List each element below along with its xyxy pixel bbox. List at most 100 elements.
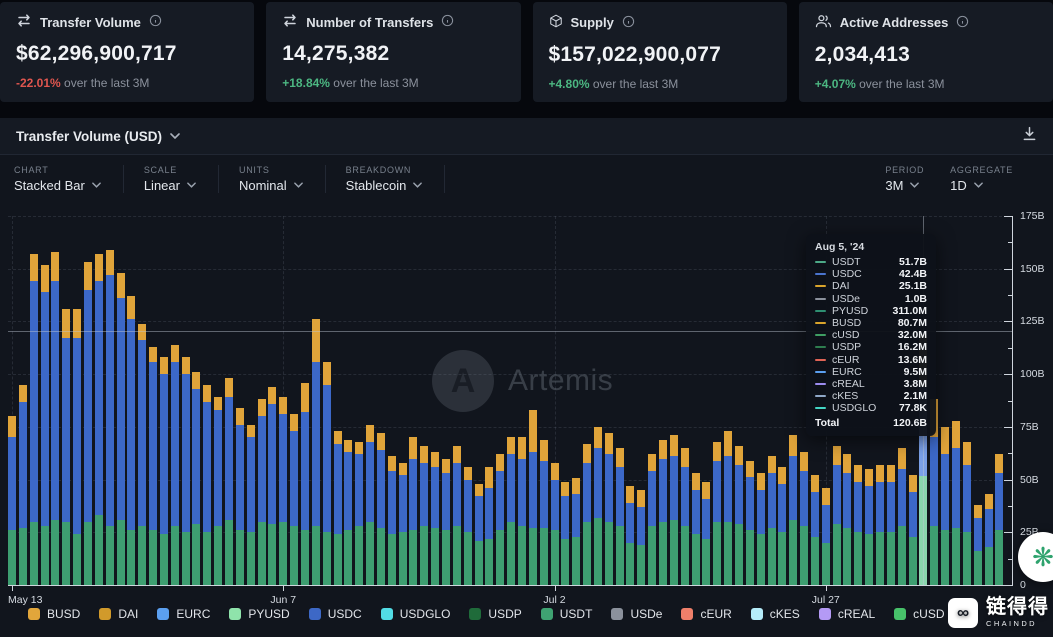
bar-day-49[interactable]	[540, 440, 548, 585]
bar-day-45[interactable]	[496, 454, 504, 585]
bar-day-14[interactable]	[160, 357, 168, 585]
legend-item-EURC[interactable]: EURC	[157, 607, 210, 621]
legend-item-DAI[interactable]: DAI	[99, 607, 138, 621]
bar-day-35[interactable]	[388, 456, 396, 585]
bar-day-90[interactable]	[985, 494, 993, 585]
bar-day-28[interactable]	[312, 319, 320, 585]
bar-day-38[interactable]	[420, 446, 428, 585]
info-icon[interactable]	[956, 15, 969, 31]
legend-item-BUSD[interactable]: BUSD	[28, 607, 80, 621]
bar-day-37[interactable]	[409, 437, 417, 585]
bar-day-72[interactable]	[789, 435, 797, 585]
bar-day-63[interactable]	[692, 473, 700, 585]
control-aggregate[interactable]: AGGREGATE 1D	[950, 165, 1013, 193]
bar-day-15[interactable]	[171, 345, 179, 585]
legend-item-PYUSD[interactable]: PYUSD	[229, 607, 289, 621]
bar-day-17[interactable]	[192, 372, 200, 585]
bar-day-74[interactable]	[811, 475, 819, 585]
bar-day-29[interactable]	[323, 362, 331, 585]
bar-day-21[interactable]	[236, 408, 244, 585]
bar-day-52[interactable]	[572, 478, 580, 586]
bar-day-61[interactable]	[670, 435, 678, 585]
bar-day-3[interactable]	[41, 265, 49, 585]
bar-day-62[interactable]	[681, 448, 689, 585]
bar-day-69[interactable]	[757, 473, 765, 585]
bar-day-50[interactable]	[551, 463, 559, 585]
bar-day-6[interactable]	[73, 309, 81, 585]
bar-day-88[interactable]	[963, 442, 971, 585]
bar-day-11[interactable]	[127, 296, 135, 585]
bar-day-19[interactable]	[214, 397, 222, 585]
bar-day-59[interactable]	[648, 454, 656, 585]
bar-day-73[interactable]	[800, 452, 808, 585]
download-button[interactable]	[1022, 126, 1037, 146]
bar-day-64[interactable]	[702, 482, 710, 585]
bar-day-76[interactable]	[833, 446, 841, 585]
control-units[interactable]: UNITS Nominal	[239, 165, 326, 193]
bar-day-81[interactable]	[887, 465, 895, 585]
bar-day-2[interactable]	[30, 254, 38, 585]
control-scale[interactable]: SCALE Linear	[144, 165, 219, 193]
bar-day-86[interactable]	[941, 427, 949, 585]
bar-day-7[interactable]	[84, 262, 92, 585]
bar-day-79[interactable]	[865, 469, 873, 585]
bar-day-24[interactable]	[268, 387, 276, 585]
bar-day-4[interactable]	[51, 252, 59, 585]
bar-day-57[interactable]	[626, 486, 634, 585]
bar-day-10[interactable]	[117, 273, 125, 585]
bar-day-0[interactable]	[8, 416, 16, 585]
bar-day-53[interactable]	[583, 444, 591, 585]
bar-day-55[interactable]	[605, 433, 613, 585]
control-period[interactable]: PERIOD 3M	[885, 165, 924, 193]
bar-day-16[interactable]	[182, 357, 190, 585]
bar-day-8[interactable]	[95, 254, 103, 585]
bar-day-43[interactable]	[475, 484, 483, 585]
bar-day-77[interactable]	[843, 454, 851, 585]
legend-item-USDGLO[interactable]: USDGLO	[381, 607, 451, 621]
legend-item-cEUR[interactable]: cEUR	[681, 607, 731, 621]
bar-day-23[interactable]	[258, 399, 266, 585]
info-icon[interactable]	[441, 14, 454, 30]
bar-day-65[interactable]	[713, 442, 721, 585]
bar-day-31[interactable]	[344, 440, 352, 585]
bar-day-47[interactable]	[518, 437, 526, 585]
bar-day-40[interactable]	[442, 459, 450, 585]
bar-day-87[interactable]	[952, 421, 960, 585]
bar-day-58[interactable]	[637, 490, 645, 585]
legend-item-USDT[interactable]: USDT	[541, 607, 593, 621]
bar-day-5[interactable]	[62, 309, 70, 585]
control-breakdown[interactable]: BREAKDOWN Stablecoin	[346, 165, 446, 193]
bar-day-41[interactable]	[453, 446, 461, 585]
bar-day-67[interactable]	[735, 446, 743, 585]
bar-day-66[interactable]	[724, 431, 732, 585]
bar-day-44[interactable]	[485, 467, 493, 585]
info-icon[interactable]	[622, 15, 635, 31]
bar-day-91[interactable]	[995, 454, 1003, 585]
bar-day-54[interactable]	[594, 427, 602, 585]
bar-day-68[interactable]	[746, 461, 754, 585]
legend-item-USDP[interactable]: USDP	[469, 607, 521, 621]
bar-day-48[interactable]	[529, 410, 537, 585]
bar-day-25[interactable]	[279, 397, 287, 585]
bar-day-42[interactable]	[464, 467, 472, 585]
legend-item-cUSD[interactable]: cUSD	[894, 607, 944, 621]
legend-item-cREAL[interactable]: cREAL	[819, 607, 875, 621]
info-icon[interactable]	[149, 14, 162, 30]
bar-day-80[interactable]	[876, 465, 884, 585]
bar-day-32[interactable]	[355, 442, 363, 585]
bar-day-20[interactable]	[225, 378, 233, 585]
bar-day-60[interactable]	[659, 440, 667, 585]
chart-title-dropdown[interactable]: Transfer Volume (USD)	[16, 129, 180, 144]
bar-day-22[interactable]	[247, 425, 255, 585]
bar-day-33[interactable]	[366, 425, 374, 585]
bar-day-27[interactable]	[301, 383, 309, 585]
bar-day-70[interactable]	[768, 456, 776, 585]
bar-day-51[interactable]	[561, 482, 569, 585]
bar-day-18[interactable]	[203, 385, 211, 585]
bar-day-39[interactable]	[431, 452, 439, 585]
legend-item-cKES[interactable]: cKES	[751, 607, 800, 621]
bar-day-89[interactable]	[974, 505, 982, 585]
bar-day-83[interactable]	[909, 475, 917, 585]
bar-day-71[interactable]	[778, 467, 786, 585]
legend-item-USDC[interactable]: USDC	[309, 607, 362, 621]
